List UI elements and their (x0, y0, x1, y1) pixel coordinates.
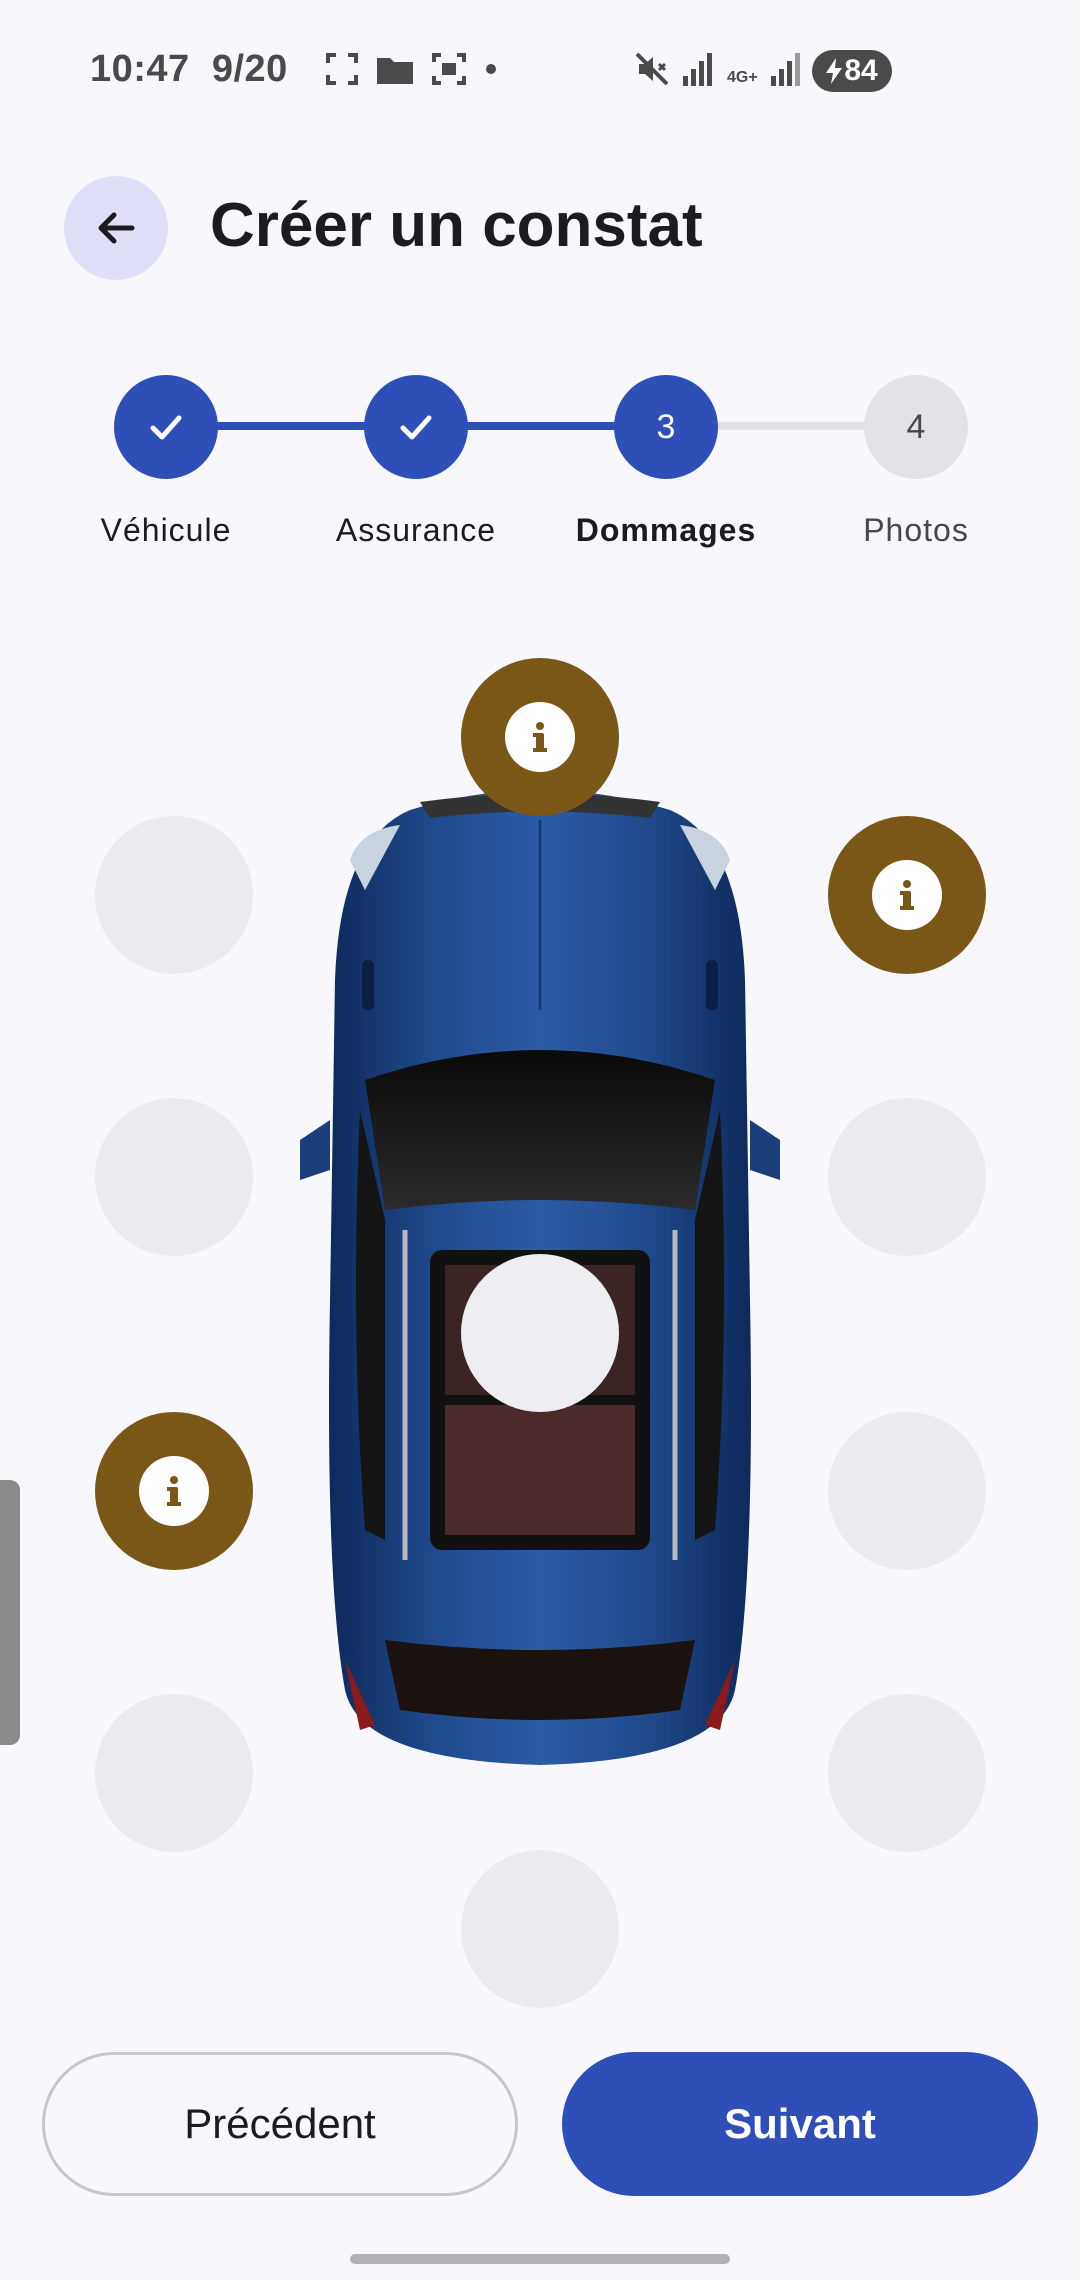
step-3-circle: 3 (614, 375, 718, 479)
step-4-label: Photos (863, 512, 969, 548)
status-bar: 10:47 9/20 4G+ 84 (0, 0, 1080, 140)
signal-icon (683, 53, 712, 86)
zone-left-mid-rear[interactable] (95, 1412, 253, 1570)
screen-record-icon (432, 53, 466, 85)
check-icon (150, 415, 182, 440)
zone-rear-left[interactable] (95, 1694, 253, 1852)
mute-icon (635, 52, 669, 86)
check-icon (400, 415, 432, 440)
zone-right-mid-front[interactable] (828, 1098, 986, 1256)
folder-icon (377, 58, 413, 84)
zone-left-mid-front[interactable] (95, 1098, 253, 1256)
zone-front-right[interactable] (828, 816, 986, 974)
dot-icon (486, 64, 496, 74)
page-title: Créer un constat (210, 191, 703, 260)
step-2-label: Assurance (335, 512, 497, 548)
home-indicator[interactable] (350, 2254, 730, 2264)
zone-roof-center[interactable] (461, 1254, 619, 1412)
network-type: 4G+ (727, 69, 758, 86)
next-button[interactable]: Suivant (562, 2052, 1038, 2196)
arrow-left-icon (98, 212, 135, 244)
status-system-icons: 4G+ (635, 52, 801, 86)
zone-right-mid-rear[interactable] (828, 1412, 986, 1570)
info-icon (505, 702, 575, 772)
damage-selection-area (0, 640, 1080, 2020)
zone-front-left[interactable] (95, 816, 253, 974)
signal-icon-2 (771, 53, 800, 86)
zone-rear-right[interactable] (828, 1694, 986, 1852)
progress-stepper: 3 4 Véhicule Assurance Dommages Photos (0, 370, 1080, 570)
zone-rear[interactable] (461, 1850, 619, 2008)
battery-indicator: 84 (812, 50, 892, 92)
zone-front[interactable] (461, 658, 619, 816)
step-2-circle (364, 375, 468, 479)
info-icon (139, 1456, 209, 1526)
back-button[interactable] (64, 176, 168, 280)
previous-button[interactable]: Précédent (42, 2052, 518, 2196)
charging-icon (826, 58, 843, 84)
step-4-circle: 4 (864, 375, 968, 479)
fullscreen-icon (326, 53, 358, 85)
edge-panel-handle[interactable] (0, 1480, 20, 1745)
step-3-label: Dommages (575, 512, 757, 548)
step-1-label: Véhicule (100, 512, 232, 548)
status-time: 10:47 9/20 (90, 48, 288, 90)
status-notification-icons (325, 52, 497, 86)
step-1-circle (114, 375, 218, 479)
info-icon (872, 860, 942, 930)
